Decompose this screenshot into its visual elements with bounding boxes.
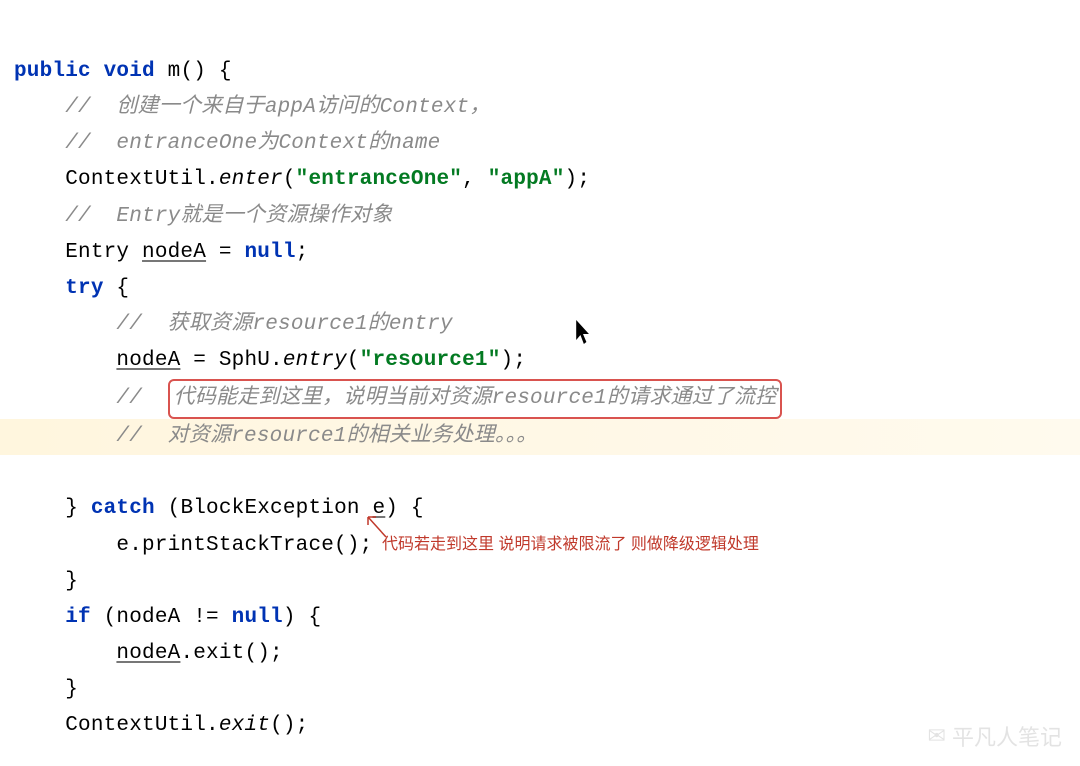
kw-void: void xyxy=(104,60,155,83)
comment: // 创建一个来自于appA访问的Context， xyxy=(65,96,490,119)
kw-public: public xyxy=(14,60,91,83)
highlighted-line: // 对资源resource1的相关业务处理。。。 xyxy=(0,419,1080,455)
wechat-icon: ✉ xyxy=(928,723,946,749)
comment: // 获取资源resource1的entry xyxy=(116,313,452,336)
comment: // entranceOne为Context的name xyxy=(65,132,440,155)
cursor-icon xyxy=(574,318,593,354)
highlight-box: 代码能走到这里，说明当前对资源resource1的请求通过了流控 xyxy=(168,379,783,419)
comment: // Entry就是一个资源操作对象 xyxy=(65,205,392,228)
method-name: m xyxy=(168,60,181,83)
annotation-text: 代码若走到这里 说明请求被限流了 则做降级逻辑处理 xyxy=(382,530,759,554)
code-block: public void m() { // 创建一个来自于appA访问的Conte… xyxy=(14,18,1080,744)
comment: // 对资源resource1的相关业务处理。。。 xyxy=(116,425,537,448)
watermark: ✉ 平凡人笔记 xyxy=(928,720,1062,752)
